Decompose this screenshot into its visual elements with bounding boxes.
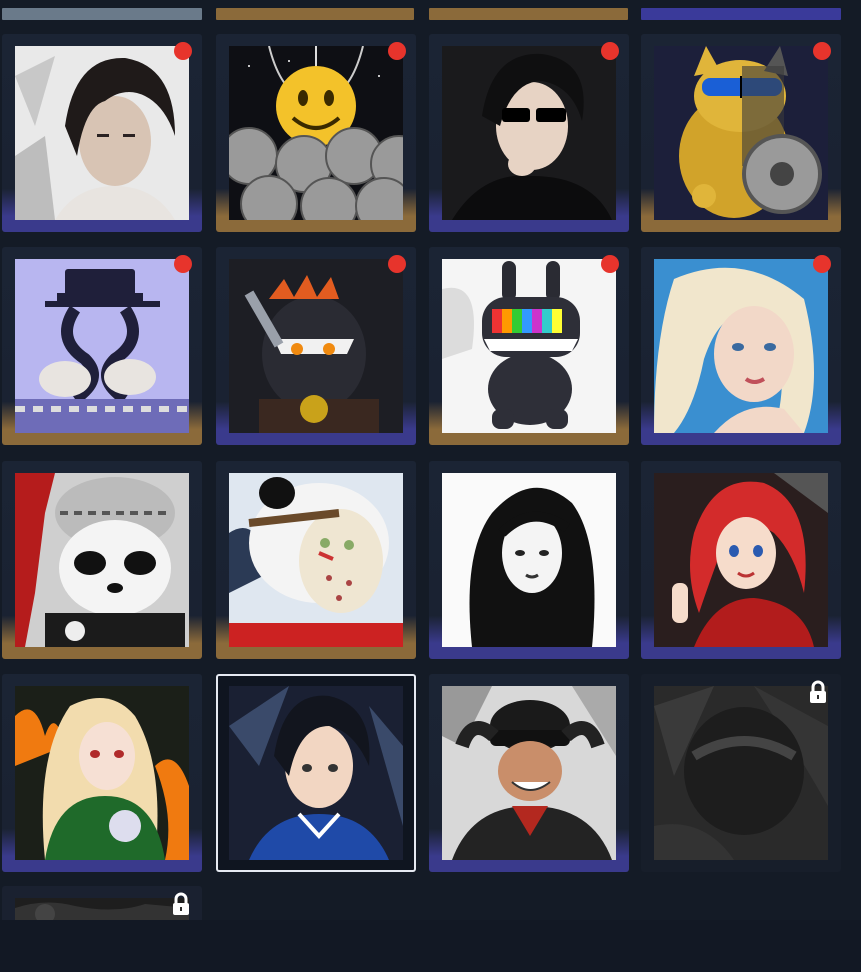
new-badge	[388, 255, 406, 273]
avatar-image-tv-bunny	[442, 259, 616, 433]
avatar-image-beanie-panda	[15, 473, 189, 647]
new-badge	[601, 42, 619, 60]
avatar-tile-mechanic-dino[interactable]	[216, 247, 416, 445]
avatar-image-dark-haired-man	[15, 46, 189, 220]
lock-icon	[173, 892, 189, 915]
new-badge	[174, 255, 192, 273]
avatar-image-blonde-girl	[654, 259, 828, 433]
avatar-image-golden-lucky-cat	[654, 46, 828, 220]
avatar-tile-dark-helmet-locked[interactable]	[641, 674, 841, 872]
avatar-tile-monochrome-girl[interactable]	[429, 461, 629, 659]
avatar-tile-robot-tentacle[interactable]	[2, 247, 202, 445]
avatar-image-sunglasses-guy	[442, 46, 616, 220]
new-badge	[388, 42, 406, 60]
avatar-image-smiley-balloons	[229, 46, 403, 220]
bottom-panel	[0, 920, 861, 972]
avatar-image-monochrome-girl	[442, 473, 616, 647]
avatar-image-robot-tentacle	[15, 259, 189, 433]
avatar-image-blue-jersey-boy	[229, 686, 403, 860]
avatar-tile-sunglasses-guy[interactable]	[429, 34, 629, 232]
avatar-image-blonde-flames	[15, 686, 189, 860]
avatar-tile-blue-jersey-boy[interactable]	[216, 674, 416, 872]
avatar-image-mechanic-dino	[229, 259, 403, 433]
avatar-tile-tv-bunny[interactable]	[429, 247, 629, 445]
avatar-image-cap-guy	[442, 686, 616, 860]
avatar-tile-beanie-panda[interactable]	[2, 461, 202, 659]
avatar-tile-hockey-mask-panda[interactable]	[216, 461, 416, 659]
avatar-image-dark-helmet	[654, 686, 828, 860]
new-badge	[813, 255, 831, 273]
avatar-grid	[0, 0, 861, 972]
new-badge	[813, 42, 831, 60]
avatar-tile-blonde-girl[interactable]	[641, 247, 841, 445]
lock-icon	[810, 680, 826, 703]
avatar-tile-blonde-flames[interactable]	[2, 674, 202, 872]
new-badge	[601, 255, 619, 273]
avatar-image-hockey-mask-panda	[229, 473, 403, 647]
new-badge	[174, 42, 192, 60]
avatar-tile-red-hair-girl[interactable]	[641, 461, 841, 659]
avatar-tile-golden-lucky-cat[interactable]	[641, 34, 841, 232]
avatar-tile-smiley-balloons[interactable]	[216, 34, 416, 232]
avatar-tile-dark-haired-man[interactable]	[2, 34, 202, 232]
avatar-tile-cap-guy[interactable]	[429, 674, 629, 872]
avatar-image-red-hair-girl	[654, 473, 828, 647]
